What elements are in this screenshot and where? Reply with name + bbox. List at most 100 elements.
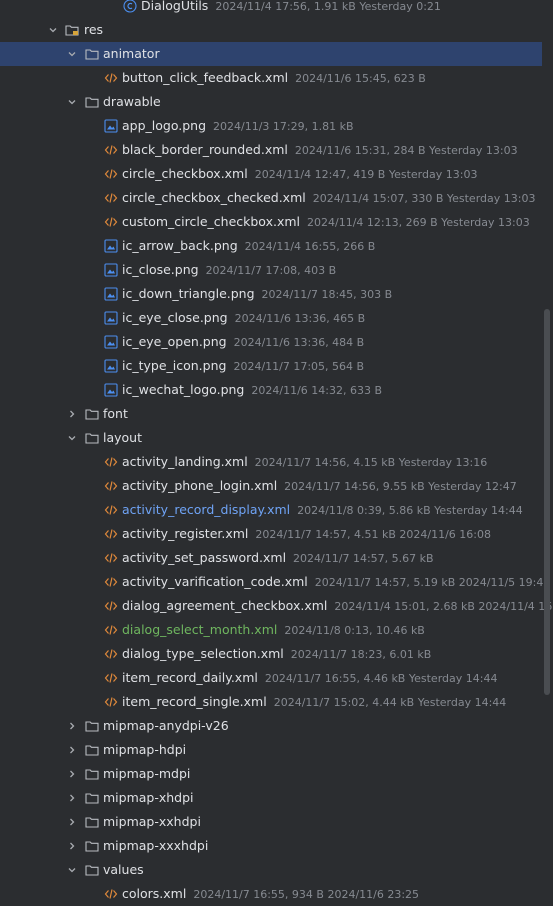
tree-item-meta: 2024/11/7 16:55, 934 B 2024/11/6 23:25 [193,888,420,901]
folder-icon [85,95,99,109]
folder-icon [85,47,99,61]
tree-folder-row[interactable]: font [0,402,553,426]
tree-item-meta: 2024/11/7 18:45, 303 B [261,288,393,301]
tree-item-meta: 2024/11/4 15:01, 2.68 kB 2024/11/4 16:25 [334,600,553,613]
chevron-down-icon[interactable] [66,42,78,66]
tree-item-label-group: circle_checkbox_checked.xml 2024/11/4 15:… [122,186,535,210]
tree-item-name: colors.xml [122,886,187,901]
tree-item-name: res [84,22,104,37]
tree-file-row[interactable]: activity_landing.xml 2024/11/7 14:56, 4.1… [0,450,553,474]
folder-icon [85,407,99,421]
tree-folder-row[interactable]: mipmap-anydpi-v26 [0,714,553,738]
tree-item-name: mipmap-xxhdpi [103,814,201,829]
tree-file-row[interactable]: ic_eye_close.png 2024/11/6 13:36, 465 B [0,306,553,330]
tree-file-row[interactable]: activity_phone_login.xml 2024/11/7 14:56,… [0,474,553,498]
xml-file-icon [104,695,118,709]
tree-file-row[interactable]: black_border_rounded.xml 2024/11/6 15:31,… [0,138,553,162]
tree-folder-row[interactable]: res [0,18,553,42]
tree-file-row[interactable]: dialog_type_selection.xml 2024/11/7 18:23… [0,642,553,666]
chevron-right-icon[interactable] [66,738,78,762]
tree-file-row[interactable]: DialogUtils 2024/11/4 17:56, 1.91 kB Yest… [0,0,553,18]
tree-file-row[interactable]: dialog_agreement_checkbox.xml 2024/11/4 1… [0,594,553,618]
tree-file-row[interactable]: app_logo.png 2024/11/3 17:29, 1.81 kB [0,114,553,138]
tree-file-row[interactable]: ic_close.png 2024/11/7 17:08, 403 B [0,258,553,282]
tree-item-label-group: ic_arrow_back.png 2024/11/4 16:55, 266 B [122,234,375,258]
tree-file-row[interactable]: colors.xml 2024/11/7 16:55, 934 B 2024/11… [0,882,553,906]
tree-file-row[interactable]: ic_wechat_logo.png 2024/11/6 14:32, 633 B [0,378,553,402]
tree-file-row[interactable]: activity_record_display.xml 2024/11/8 0:3… [0,498,553,522]
tree-item-name: values [103,862,144,877]
tree-folder-row[interactable]: mipmap-xhdpi [0,786,553,810]
chevron-right-icon[interactable] [66,786,78,810]
folder-icon [85,767,99,781]
tree-item-name: ic_eye_close.png [122,310,228,325]
vertical-scrollbar[interactable] [544,309,550,695]
tree-folder-row[interactable]: mipmap-mdpi [0,762,553,786]
tree-folder-row[interactable]: mipmap-hdpi [0,738,553,762]
tree-item-name: item_record_daily.xml [122,670,258,685]
tree-item-name: ic_close.png [122,262,199,277]
tree-file-row[interactable]: dialog_select_month.xml 2024/11/8 0:13, 1… [0,618,553,642]
tree-file-row[interactable]: circle_checkbox.xml 2024/11/4 12:47, 419 … [0,162,553,186]
chevron-right-icon[interactable] [66,762,78,786]
tree-item-name: circle_checkbox.xml [122,166,248,181]
tree-item-meta: 2024/11/3 17:29, 1.81 kB [213,120,354,133]
chevron-right-icon[interactable] [66,810,78,834]
tree-file-row[interactable]: activity_varification_code.xml 2024/11/7 … [0,570,553,594]
tree-item-label-group: mipmap-hdpi [103,738,186,762]
tree-item-meta: 2024/11/7 14:57, 5.67 kB [293,552,434,565]
tree-item-meta: 2024/11/7 14:56, 4.15 kB Yesterday 13:16 [254,456,488,469]
chevron-right-icon[interactable] [66,402,78,426]
chevron-down-icon[interactable] [66,858,78,882]
chevron-down-icon[interactable] [66,90,78,114]
tree-folder-row[interactable]: layout [0,426,553,450]
tree-folder-row[interactable]: animator [0,42,542,66]
tree-folder-row[interactable]: mipmap-xxhdpi [0,810,553,834]
tree-file-row[interactable]: ic_type_icon.png 2024/11/7 17:05, 564 B [0,354,553,378]
tree-item-label-group: activity_record_display.xml 2024/11/8 0:3… [122,498,523,522]
tree-file-row[interactable]: ic_eye_open.png 2024/11/6 13:36, 484 B [0,330,553,354]
tree-item-label-group: layout [103,426,142,450]
tree-item-meta: 2024/11/7 14:56, 9.55 kB Yesterday 12:47 [284,480,517,493]
tree-item-name: activity_varification_code.xml [122,574,308,589]
tree-item-label-group: item_record_single.xml 2024/11/7 15:02, 4… [122,690,506,714]
xml-file-icon [104,599,118,613]
xml-file-icon [104,215,118,229]
tree-item-name: mipmap-mdpi [103,766,191,781]
tree-file-row[interactable]: item_record_single.xml 2024/11/7 15:02, 4… [0,690,553,714]
xml-file-icon [104,71,118,85]
tree-item-meta: 2024/11/4 15:07, 330 B Yesterday 13:03 [312,192,536,205]
tree-file-row[interactable]: circle_checkbox_checked.xml 2024/11/4 15:… [0,186,553,210]
tree-item-name: ic_arrow_back.png [122,238,238,253]
tree-folder-row[interactable]: mipmap-xxxhdpi [0,834,553,858]
tree-item-label-group: ic_type_icon.png 2024/11/7 17:05, 564 B [122,354,364,378]
tree-file-row[interactable]: activity_register.xml 2024/11/7 14:57, 4.… [0,522,553,546]
chevron-down-icon[interactable] [66,426,78,450]
tree-item-label-group: ic_close.png 2024/11/7 17:08, 403 B [122,258,336,282]
tree-file-row[interactable]: ic_down_triangle.png 2024/11/7 18:45, 303… [0,282,553,306]
xml-file-icon [104,503,118,517]
tree-file-row[interactable]: item_record_daily.xml 2024/11/7 16:55, 4.… [0,666,553,690]
tree-item-meta: 2024/11/7 17:08, 403 B [205,264,337,277]
tree-item-name: black_border_rounded.xml [122,142,288,157]
folder-icon [85,815,99,829]
tree-file-row[interactable]: button_click_feedback.xml 2024/11/6 15:45… [0,66,553,90]
tree-item-label-group: mipmap-xxxhdpi [103,834,208,858]
tree-file-row[interactable]: ic_arrow_back.png 2024/11/4 16:55, 266 B [0,234,553,258]
tree-item-name: ic_down_triangle.png [122,286,255,301]
chevron-down-icon[interactable] [47,18,59,42]
tree-item-label-group: animator [103,42,160,66]
tree-item-label-group: mipmap-xxhdpi [103,810,201,834]
tree-item-label-group: mipmap-xhdpi [103,786,194,810]
tree-item-name: mipmap-hdpi [103,742,187,757]
tree-folder-row[interactable]: values [0,858,553,882]
tree-file-row[interactable]: custom_circle_checkbox.xml 2024/11/4 12:1… [0,210,553,234]
tree-item-meta: 2024/11/6 15:45, 623 B [295,72,426,85]
tree-file-row[interactable]: activity_set_password.xml 2024/11/7 14:57… [0,546,553,570]
tree-item-label-group: activity_phone_login.xml 2024/11/7 14:56,… [122,474,517,498]
chevron-right-icon[interactable] [66,834,78,858]
tree-item-meta: 2024/11/6 13:36, 484 B [233,336,365,349]
tree-folder-row[interactable]: drawable [0,90,553,114]
chevron-right-icon[interactable] [66,714,78,738]
tree-item-label-group: res [84,18,103,42]
